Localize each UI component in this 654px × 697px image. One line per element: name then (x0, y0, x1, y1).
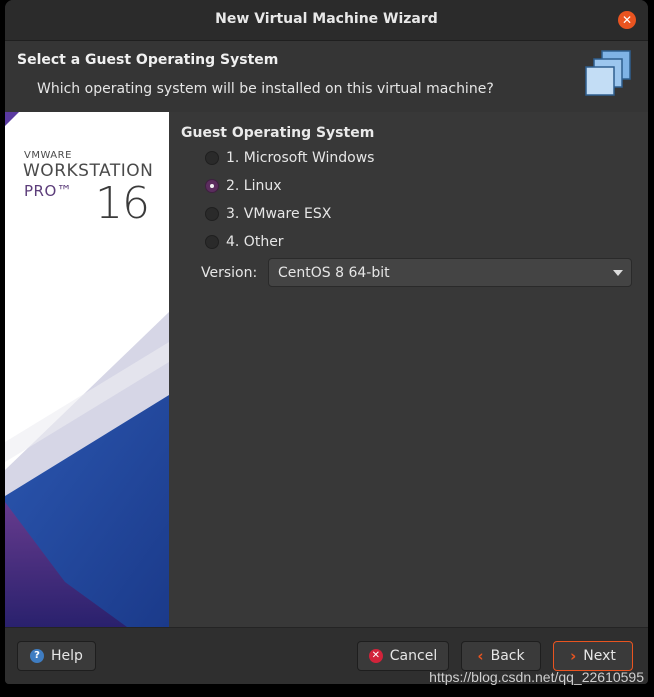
version-selected-value: CentOS 8 64-bit (278, 265, 390, 281)
chevron-left-icon: ‹ (477, 647, 484, 665)
banner-brand: VMWARE (24, 150, 72, 161)
next-button-label: Next (583, 648, 616, 664)
help-button[interactable]: ? Help (17, 641, 96, 671)
radio-label: 4. Other (226, 234, 284, 250)
close-icon[interactable]: ✕ (618, 11, 636, 29)
banner-edition: PRO™ (24, 182, 73, 200)
banner-version: 16 (95, 178, 150, 229)
chevron-down-icon (613, 270, 623, 276)
radio-other[interactable]: 4. Other (205, 232, 284, 252)
version-dropdown[interactable]: CentOS 8 64-bit (268, 258, 632, 287)
help-icon: ? (30, 649, 45, 663)
wizard-header: Select a Guest Operating System Which op… (5, 41, 648, 112)
help-button-label: Help (51, 648, 83, 664)
watermark: https://blog.csdn.net/qq_22610595 (429, 669, 644, 685)
radio-vmware-esx[interactable]: 3. VMware ESX (205, 204, 331, 224)
cancel-button-label: Cancel (389, 648, 438, 664)
product-banner: VMWARE WORKSTATION PRO™ 16 (5, 112, 169, 627)
radio-button[interactable] (205, 235, 219, 249)
radio-button[interactable] (205, 207, 219, 221)
chevron-right-icon: › (570, 647, 577, 665)
cancel-icon: ✕ (368, 649, 383, 663)
title-bar: New Virtual Machine Wizard ✕ (5, 0, 648, 41)
next-button[interactable]: › Next (553, 641, 633, 671)
cancel-button[interactable]: ✕ Cancel (357, 641, 449, 671)
window-title: New Virtual Machine Wizard (215, 11, 438, 27)
page-subtitle: Which operating system will be installed… (37, 81, 494, 97)
radio-microsoft-windows[interactable]: 1. Microsoft Windows (205, 148, 374, 168)
radio-button-selected[interactable] (205, 179, 219, 193)
radio-linux[interactable]: 2. Linux (205, 176, 282, 196)
virtual-machine-icon (585, 50, 631, 96)
wizard-content: Guest Operating System 1. Microsoft Wind… (169, 112, 648, 627)
page-title: Select a Guest Operating System (17, 52, 279, 68)
radio-button[interactable] (205, 151, 219, 165)
wizard-window: New Virtual Machine Wizard ✕ Select a Gu… (5, 0, 648, 684)
version-label: Version: (201, 265, 258, 281)
radio-label: 1. Microsoft Windows (226, 150, 375, 166)
radio-label: 2. Linux (226, 178, 282, 194)
radio-label: 3. VMware ESX (226, 206, 332, 222)
back-button[interactable]: ‹ Back (461, 641, 541, 671)
back-button-label: Back (490, 648, 525, 664)
guest-os-group-label: Guest Operating System (181, 125, 375, 141)
